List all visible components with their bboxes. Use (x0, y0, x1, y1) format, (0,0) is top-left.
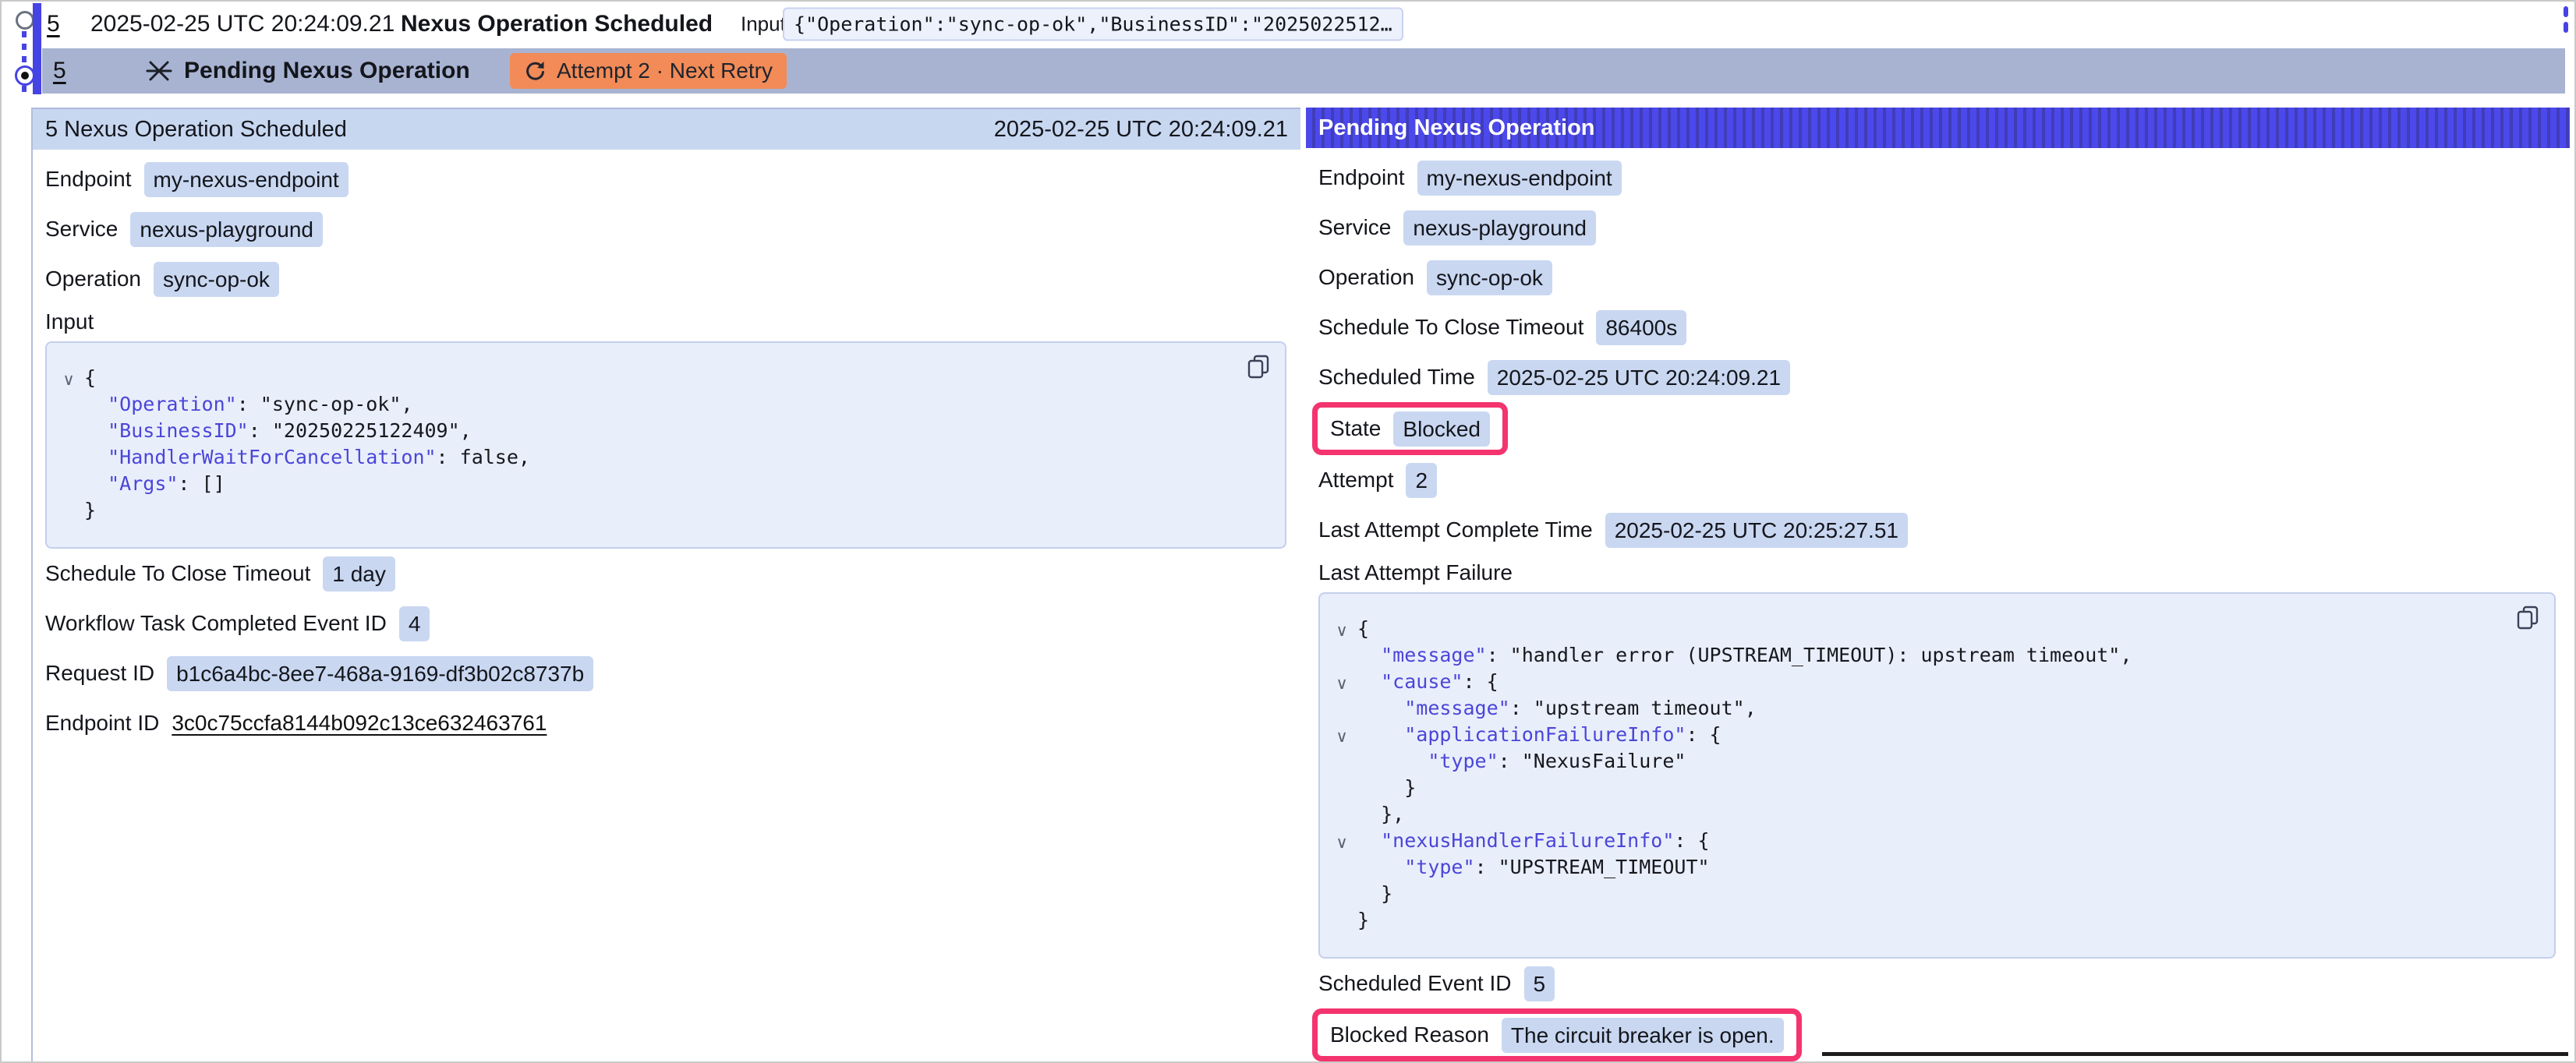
endpoint-id-link[interactable]: 3c0c75ccfa8144b092c13ce632463761 (172, 711, 547, 736)
failure-json-block: ∨{ "message": "handler error (UPSTREAM_T… (1318, 592, 2556, 959)
copy-icon (2515, 605, 2540, 630)
field-label: Schedule To Close Timeout (45, 561, 310, 586)
input-json-code: ∨{ "Operation": "sync-op-ok", "BusinessI… (53, 365, 1269, 524)
field-label: Scheduled Time (1318, 365, 1475, 390)
field-label: State (1330, 416, 1381, 441)
pending-event-title: Pending Nexus Operation (184, 58, 470, 84)
field-value-chip: my-nexus-endpoint (1417, 161, 1622, 196)
field-value-chip: sync-op-ok (1427, 260, 1552, 295)
retry-status-badge: Attempt 2 · Next Retry (510, 53, 787, 89)
blocked-reason-highlight-box: Blocked Reason The circuit breaker is op… (1312, 1008, 1802, 1061)
last-attempt-failure-section-label: Last Attempt Failure (1318, 556, 2559, 589)
field-value-chip: nexus-playground (1403, 210, 1596, 245)
scrollbar-thumb[interactable] (2564, 6, 2568, 17)
field-row-service: Service nexus-playground (45, 204, 1290, 254)
field-label: Operation (45, 267, 141, 291)
workflow-event-history-screen: 5 2025-02-25 UTC 20:24:09.21 Nexus Opera… (0, 0, 2576, 1063)
blocked-reason-value-chip: The circuit breaker is open. (1502, 1018, 1784, 1053)
field-row-operation: Operation sync-op-ok (1318, 253, 2559, 302)
field-label: Attempt (1318, 468, 1393, 493)
field-value-chip: my-nexus-endpoint (144, 162, 349, 197)
field-label: Operation (1318, 265, 1414, 290)
event-row-scheduled[interactable]: 5 2025-02-25 UTC 20:24:09.21 Nexus Opera… (2, 2, 2574, 47)
field-label: Blocked Reason (1330, 1022, 1489, 1047)
retry-badge-label: Attempt 2 · Next Retry (557, 58, 773, 83)
field-value-chip: b1c6a4bc-8ee7-468a-9169-df3b02c8737b (167, 656, 593, 691)
state-highlight-row: State Blocked (1318, 402, 2559, 455)
field-row-endpoint: Endpoint my-nexus-endpoint (45, 154, 1290, 204)
field-value-chip: 1 day (323, 556, 395, 592)
field-value-chip: nexus-playground (130, 212, 323, 247)
event-detail-panel-body: Endpoint my-nexus-endpoint Service nexus… (33, 150, 1300, 748)
field-value-chip: 4 (399, 606, 430, 641)
field-row-endpoint-id: Endpoint ID 3c0c75ccfa8144b092c13ce63246… (45, 698, 1290, 748)
field-label: Schedule To Close Timeout (1318, 315, 1583, 340)
field-label: Endpoint ID (45, 711, 159, 736)
field-row-attempt: Attempt 2 (1318, 455, 2559, 505)
field-row-operation: Operation sync-op-ok (45, 254, 1290, 304)
event-detail-panel-title: 5 Nexus Operation Scheduled (45, 117, 347, 143)
state-value-chip: Blocked (1393, 411, 1490, 447)
field-row-scheduled-event-id: Scheduled Event ID 5 (1318, 959, 2559, 1008)
field-row-workflow-task-completed-event-id: Workflow Task Completed Event ID 4 (45, 599, 1290, 648)
field-value-chip: 2 (1406, 463, 1437, 498)
input-section-label: Input (45, 305, 1290, 338)
field-label: Last Attempt Complete Time (1318, 517, 1593, 542)
field-value-chip: 2025-02-25 UTC 20:24:09.21 (1488, 360, 1790, 395)
event-detail-panel: 5 Nexus Operation Scheduled 2025-02-25 U… (31, 108, 1300, 1063)
field-row-request-id: Request ID b1c6a4bc-8ee7-468a-9169-df3b0… (45, 648, 1290, 698)
event-title: Nexus Operation Scheduled (401, 11, 713, 37)
failure-json-code: ∨{ "message": "handler error (UPSTREAM_T… (1326, 616, 2539, 934)
field-row-endpoint: Endpoint my-nexus-endpoint (1318, 153, 2559, 203)
copy-button[interactable] (1246, 354, 1271, 379)
input-json-block: ∨{ "Operation": "sync-op-ok", "BusinessI… (45, 341, 1286, 549)
field-label: Scheduled Event ID (1318, 971, 1512, 996)
field-row-last-attempt-complete-time: Last Attempt Complete Time 2025-02-25 UT… (1318, 505, 2559, 555)
field-value-chip: sync-op-ok (154, 262, 279, 297)
event-timestamp: 2025-02-25 UTC 20:24:09.21 (90, 11, 395, 37)
event-marker-dot-core (21, 72, 29, 79)
scrollbar-thumb[interactable] (2564, 22, 2568, 33)
pending-operation-panel: Pending Nexus Operation Endpoint my-nexu… (1306, 108, 2570, 1063)
event-id-link[interactable]: 5 (47, 11, 60, 37)
field-value-chip: 86400s (1596, 310, 1686, 345)
field-label: Request ID (45, 661, 154, 686)
pending-operation-panel-title: Pending Nexus Operation (1318, 115, 1595, 141)
pending-operation-panel-header: Pending Nexus Operation (1306, 108, 2570, 148)
field-value-chip: 5 (1524, 966, 1555, 1001)
field-row-schedule-to-close-timeout: Schedule To Close Timeout 1 day (45, 549, 1290, 599)
pending-event-id-link[interactable]: 5 (53, 58, 66, 84)
pending-operation-panel-body: Endpoint my-nexus-endpoint Service nexus… (1306, 148, 2570, 1061)
event-detail-panel-timestamp: 2025-02-25 UTC 20:24:09.21 (994, 117, 1288, 143)
field-value-chip: 2025-02-25 UTC 20:25:27.51 (1605, 513, 1908, 548)
copy-icon (1246, 354, 1271, 379)
refresh-icon (524, 59, 547, 83)
event-input-preview-chip[interactable]: {"Operation":"sync-op-ok","BusinessID":"… (783, 8, 1403, 41)
timeline-dashed-connector-below (22, 86, 27, 95)
field-row-schedule-to-close-timeout: Schedule To Close Timeout 86400s (1318, 302, 2559, 352)
field-label: Endpoint (1318, 165, 1405, 190)
field-label: Workflow Task Completed Event ID (45, 611, 387, 636)
copy-button[interactable] (2515, 605, 2540, 630)
event-row-pending[interactable]: 5 Pending Nexus Operation Attempt 2 · Ne… (42, 48, 2565, 94)
field-row-service: Service nexus-playground (1318, 203, 2559, 253)
panel-bottom-border (1822, 1052, 2568, 1056)
field-label: Endpoint (45, 167, 132, 192)
field-label: Service (1318, 215, 1391, 240)
pending-asterisk-icon (145, 57, 173, 85)
event-input-label: Input (741, 12, 786, 37)
field-label: Service (45, 217, 118, 242)
state-highlight-box: State Blocked (1312, 402, 1508, 455)
event-detail-panel-header: 5 Nexus Operation Scheduled 2025-02-25 U… (33, 108, 1300, 150)
field-row-scheduled-time: Scheduled Time 2025-02-25 UTC 20:24:09.2… (1318, 352, 2559, 402)
